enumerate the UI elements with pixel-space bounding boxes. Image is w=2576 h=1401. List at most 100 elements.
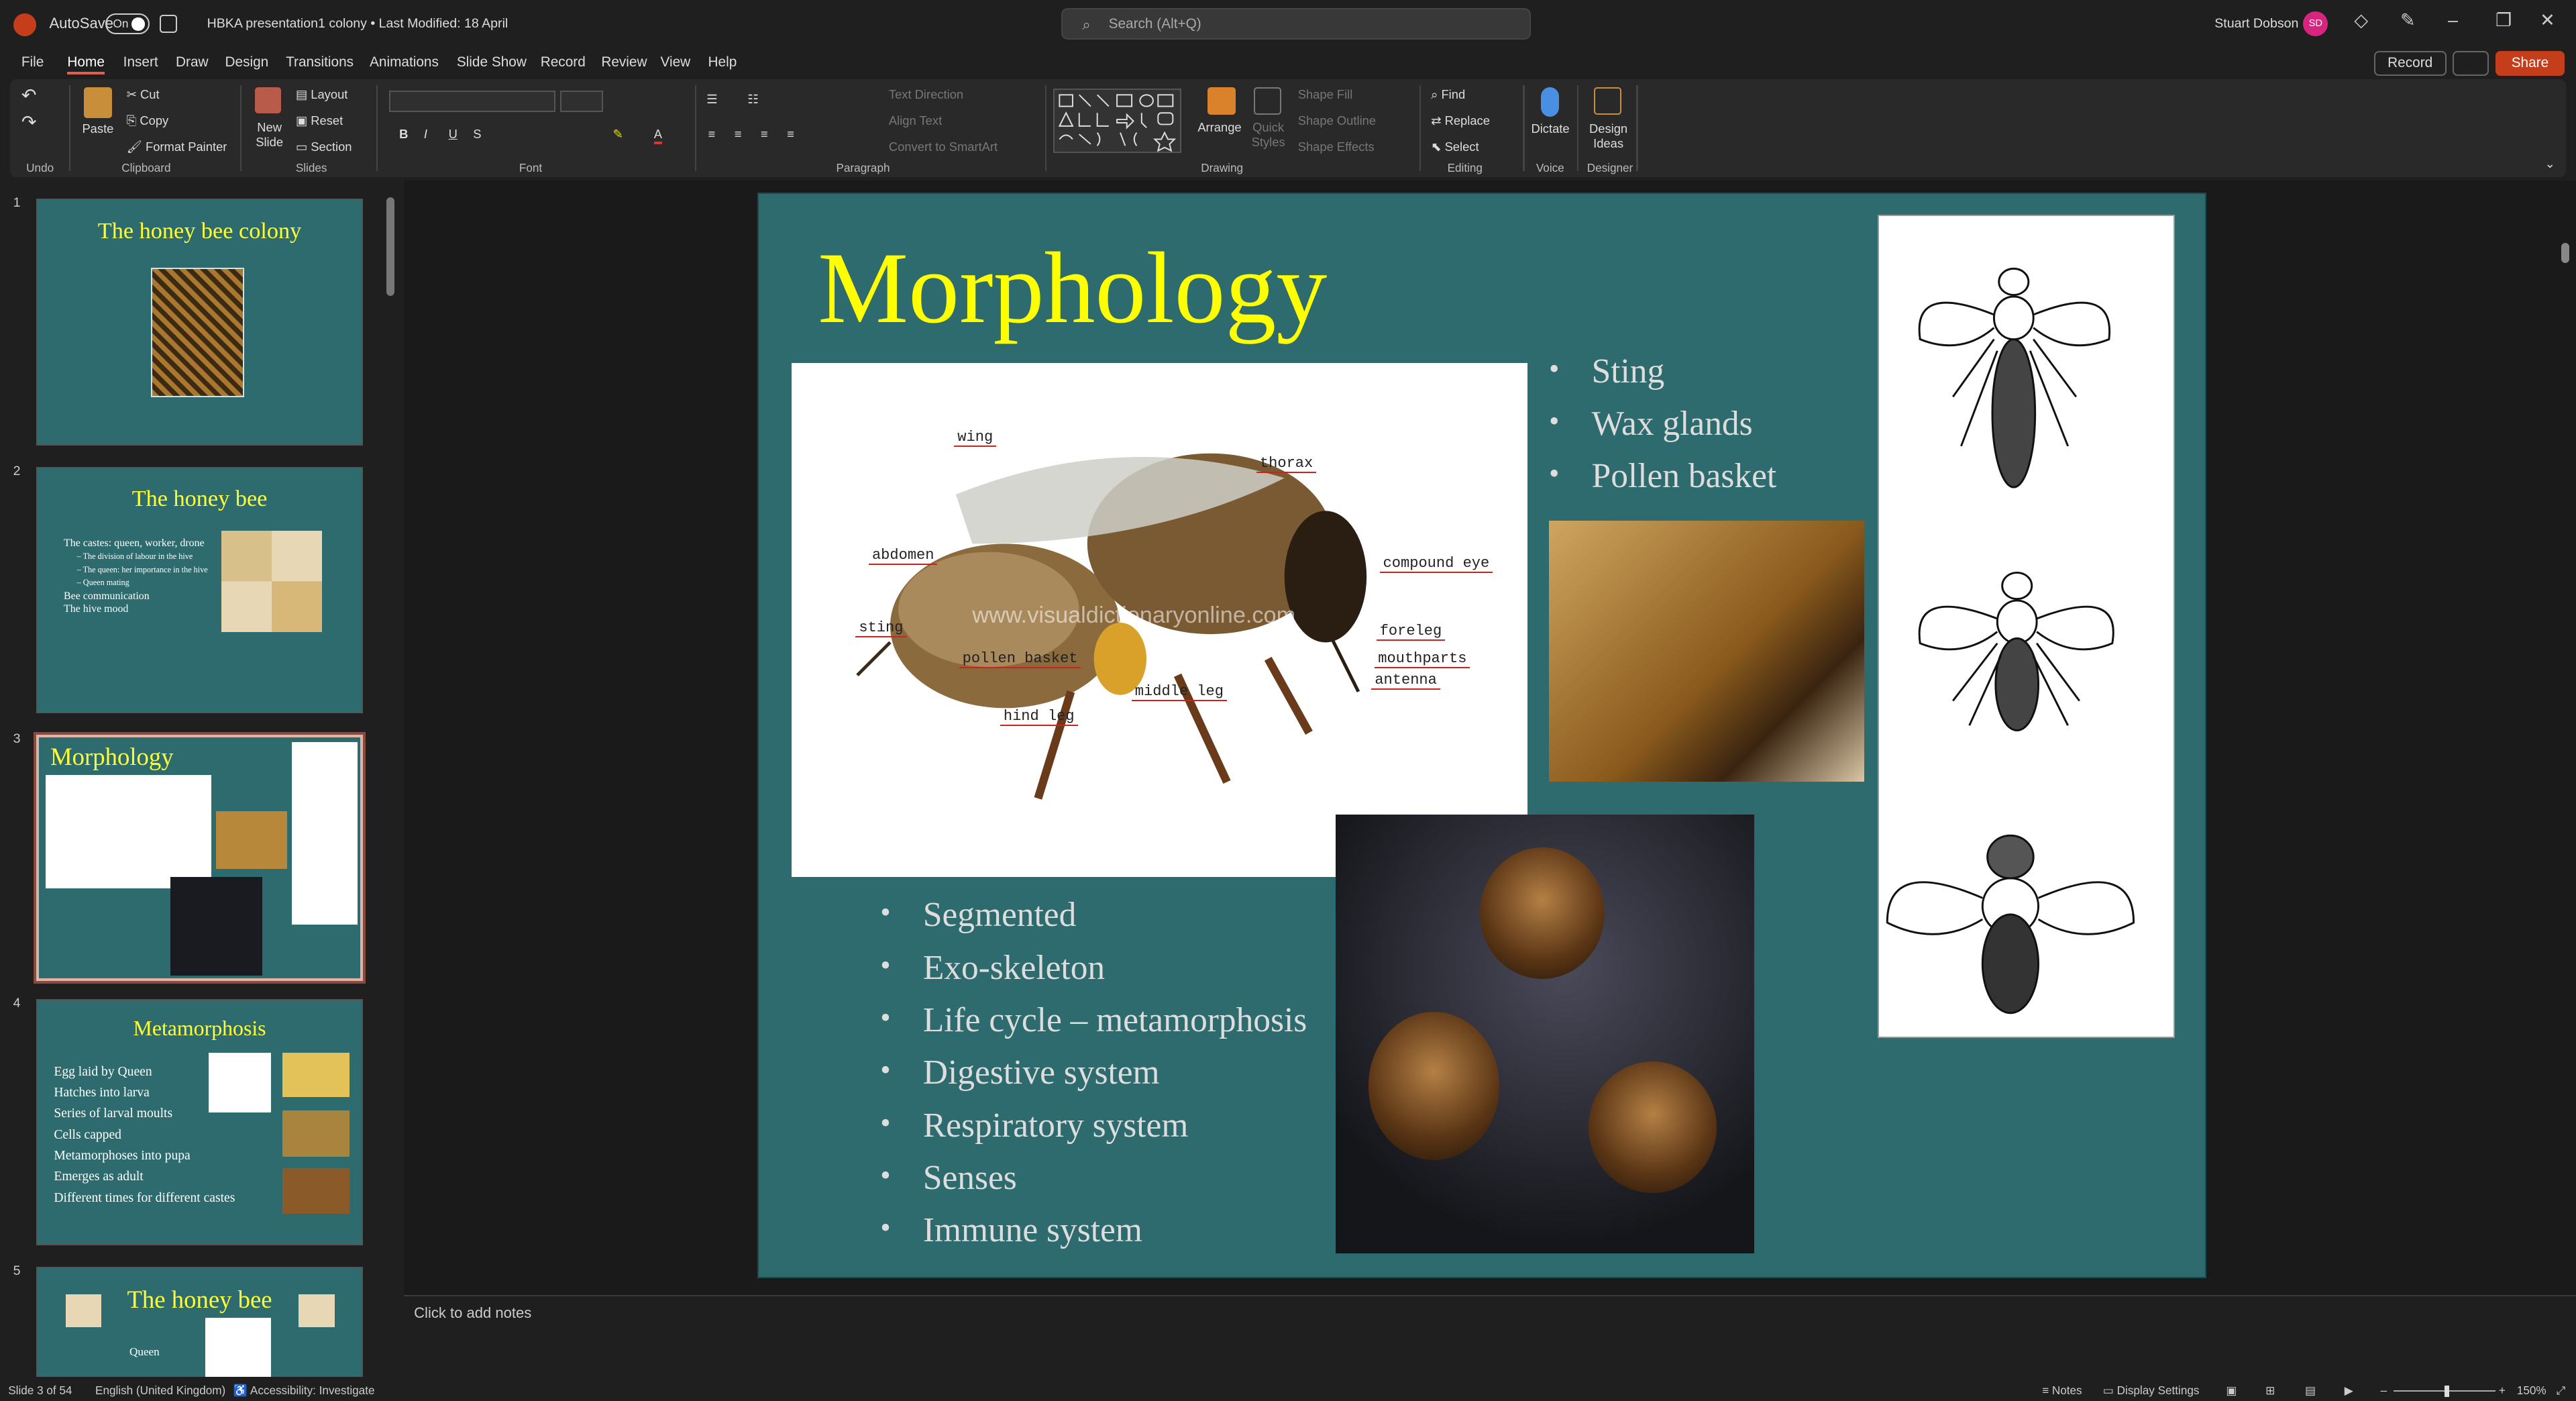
text-direction-button[interactable]: Text Direction	[889, 87, 963, 102]
bullet-life-cycle[interactable]: Life cycle – metamorphosis	[880, 1000, 1307, 1040]
paste-icon[interactable]	[83, 87, 112, 119]
tab-review[interactable]: Review	[601, 54, 647, 70]
quick-styles-button[interactable]: Quick Styles	[1250, 120, 1287, 150]
normal-view-icon[interactable]: ▣	[2226, 1384, 2237, 1398]
find-button[interactable]: ⌕ Find	[1431, 87, 1465, 102]
bullet-wax-glands[interactable]: Wax glands	[1549, 404, 1753, 444]
shape-effects-button[interactable]: Shape Effects	[1298, 140, 1375, 154]
restore-icon[interactable]: ❐	[2496, 10, 2512, 31]
tab-file[interactable]: File	[21, 54, 44, 70]
display-settings-button[interactable]: ▭ Display Settings	[2103, 1384, 2200, 1398]
search-box[interactable]: ⌕ Search (Alt+Q)	[1061, 8, 1532, 40]
bullet-respiratory-system[interactable]: Respiratory system	[880, 1106, 1188, 1145]
thumbnail-slide-4[interactable]: Metamorphosis Egg laid by Queen Hatches …	[36, 998, 364, 1246]
share-button[interactable]: Share	[2496, 50, 2565, 76]
collapse-ribbon-icon[interactable]: ⌄	[2545, 156, 2555, 171]
bullet-digestive-system[interactable]: Digestive system	[880, 1053, 1159, 1092]
dictate-button[interactable]: Dictate	[1531, 121, 1569, 136]
undo-icon[interactable]: ↶	[21, 85, 37, 106]
copy-button[interactable]: ⎘ Copy	[127, 113, 169, 128]
bee-drawings-image[interactable]	[1877, 215, 2176, 1039]
convert-smartart-button[interactable]: Convert to SmartArt	[889, 140, 998, 154]
redo-icon[interactable]: ↷	[21, 112, 37, 133]
strikethrough-icon[interactable]: S	[473, 127, 481, 142]
font-size-box[interactable]	[560, 90, 603, 112]
accessibility-status[interactable]: ♿ Accessibility: Investigate	[233, 1384, 375, 1398]
fit-slide-icon[interactable]: ⤢	[2557, 1384, 2566, 1398]
arrange-icon[interactable]	[1208, 87, 1236, 115]
highlight-icon[interactable]: ✎	[612, 127, 623, 142]
tab-slide-show[interactable]: Slide Show	[457, 54, 527, 70]
select-button[interactable]: ⬉ Select	[1431, 140, 1479, 154]
bullet-pollen-basket[interactable]: Pollen basket	[1549, 456, 1776, 496]
zoom-in-icon[interactable]: +	[2499, 1384, 2506, 1398]
bullet-segmented[interactable]: Segmented	[880, 895, 1076, 935]
align-left-icon[interactable]: ≡	[708, 127, 716, 142]
bullet-immune-system[interactable]: Immune system	[880, 1210, 1142, 1250]
reading-view-icon[interactable]: ▤	[2305, 1384, 2316, 1398]
slide[interactable]: Morphology wing thorax abdomen compound …	[757, 192, 2206, 1279]
tab-view[interactable]: View	[660, 54, 690, 70]
bold-icon[interactable]: B	[399, 127, 408, 142]
new-slide-icon[interactable]	[254, 87, 281, 113]
reset-button[interactable]: ▣ Reset	[296, 113, 343, 128]
minimize-icon[interactable]: –	[2448, 10, 2458, 31]
language-indicator[interactable]: English (United Kingdom)	[95, 1384, 225, 1398]
thumbnail-slide-5[interactable]: The honey bee Queen	[36, 1267, 364, 1378]
slide-sorter-icon[interactable]: ⊞	[2265, 1384, 2275, 1398]
italic-icon[interactable]: I	[424, 127, 427, 142]
align-right-icon[interactable]: ≡	[761, 127, 768, 142]
shape-outline-button[interactable]: Shape Outline	[1298, 113, 1376, 128]
tab-transitions[interactable]: Transitions	[286, 54, 354, 70]
bullet-sting[interactable]: Sting	[1548, 352, 1664, 391]
numbering-icon[interactable]: ☷	[747, 92, 758, 107]
tab-animations[interactable]: Animations	[370, 54, 439, 70]
save-icon[interactable]	[159, 15, 178, 33]
bee-heads-photo[interactable]	[1335, 815, 1755, 1254]
thumbnail-slide-2[interactable]: The honey bee The castes: queen, worker,…	[36, 466, 364, 713]
scrollbar-thumb[interactable]	[386, 197, 394, 296]
font-color-icon[interactable]: A	[653, 127, 662, 144]
bullet-exo-skeleton[interactable]: Exo-skeleton	[880, 948, 1105, 988]
premium-icon[interactable]: ◇	[2354, 10, 2368, 31]
font-name-box[interactable]	[389, 90, 555, 112]
layout-button[interactable]: ▤ Layout	[296, 87, 348, 102]
pollen-basket-photo[interactable]	[1548, 520, 1865, 782]
shapes-gallery[interactable]	[1053, 89, 1181, 153]
user-name[interactable]: Stuart Dobson	[2214, 16, 2298, 32]
align-text-button[interactable]: Align Text	[889, 113, 942, 128]
thumbnail-slide-1[interactable]: The honey bee colony	[36, 199, 364, 446]
thumbnail-slide-3[interactable]: Morphology	[33, 731, 366, 984]
zoom-out-icon[interactable]: –	[2381, 1384, 2387, 1398]
shape-fill-button[interactable]: Shape Fill	[1298, 87, 1353, 102]
zoom-level[interactable]: 150%	[2517, 1384, 2546, 1398]
tab-home[interactable]: Home	[67, 54, 105, 75]
bullets-icon[interactable]: ☰	[706, 92, 717, 107]
slide-title[interactable]: Morphology	[818, 229, 1327, 346]
canvas-scrollbar[interactable]	[2560, 184, 2573, 1235]
pen-icon[interactable]: ✎	[2400, 10, 2416, 31]
close-icon[interactable]: ✕	[2540, 10, 2555, 31]
align-center-icon[interactable]: ≡	[735, 127, 742, 142]
notes-placeholder[interactable]: Click to add notes	[414, 1304, 531, 1322]
bee-anatomy-diagram[interactable]: wing thorax abdomen compound eye sting f…	[791, 362, 1528, 878]
tab-design[interactable]: Design	[225, 54, 269, 70]
paste-button[interactable]: Paste	[82, 121, 113, 136]
design-ideas-icon[interactable]	[1593, 87, 1622, 115]
format-painter-button[interactable]: 🖌 Format Painter	[127, 140, 227, 154]
slideshow-icon[interactable]: ▶	[2345, 1384, 2353, 1398]
cut-button[interactable]: ✂ Cut	[127, 87, 160, 102]
new-slide-button[interactable]: New Slide	[253, 120, 286, 150]
design-ideas-button[interactable]: Design Ideas	[1587, 121, 1630, 151]
notes-pane[interactable]: Click to add notes	[404, 1294, 2576, 1378]
zoom-slider-thumb[interactable]	[2445, 1385, 2450, 1397]
arrange-button[interactable]: Arrange	[1197, 120, 1241, 135]
thumbnails-scrollbar[interactable]	[384, 184, 398, 1377]
comments-button[interactable]	[2453, 50, 2489, 76]
notes-button[interactable]: ≡ Notes	[2042, 1384, 2082, 1398]
underline-icon[interactable]: U	[449, 127, 458, 142]
record-button[interactable]: Record	[2373, 50, 2447, 76]
tab-draw[interactable]: Draw	[176, 54, 209, 70]
avatar[interactable]: SD	[2303, 11, 2328, 36]
autosave-toggle[interactable]: On	[105, 13, 150, 35]
